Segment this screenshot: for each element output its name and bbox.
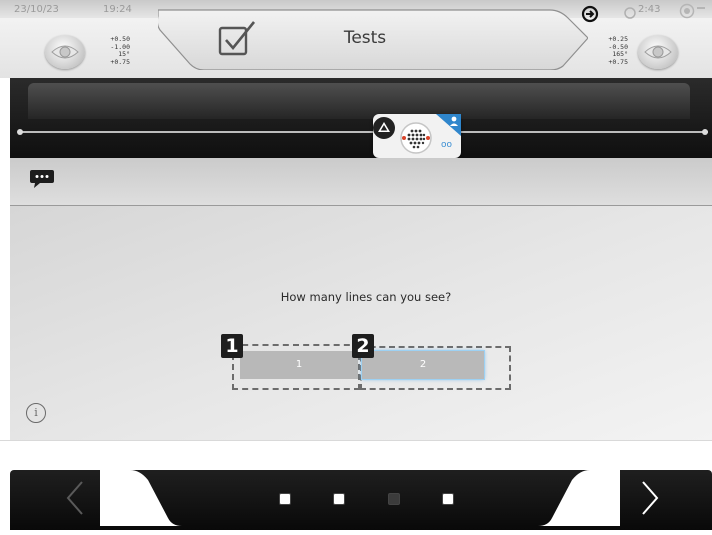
option-2-number-badge: 2 (352, 334, 374, 358)
answer-1-button[interactable]: 1 (240, 351, 358, 379)
chat-bubble-icon[interactable] (29, 169, 55, 189)
page-indicator-1[interactable] (279, 493, 291, 505)
right-eye-icon[interactable] (638, 35, 678, 69)
timeline-start-dot[interactable] (17, 129, 23, 135)
timer-icon (624, 4, 636, 19)
answer-2-button[interactable]: 2 (362, 351, 484, 379)
checkbox-icon (218, 20, 256, 56)
page-indicator-3-active[interactable] (388, 493, 400, 505)
dot-chart-icon (399, 121, 433, 155)
timeline-track (20, 131, 708, 133)
info-icon[interactable]: i (26, 403, 46, 423)
bottom-nav-shape (100, 470, 620, 526)
left-eye-icon[interactable] (45, 35, 85, 69)
warning-icon (373, 117, 395, 139)
status-right-time: 2:43 (638, 4, 661, 15)
right-add: +0.75 (608, 57, 628, 66)
message-bar (10, 158, 712, 206)
left-prescription: +0.50 -1.00 15° +0.75 (100, 35, 130, 66)
record-icon[interactable] (679, 3, 705, 19)
bottom-spacer (0, 440, 712, 471)
test-question: How many lines can you see? (280, 290, 452, 304)
page-indicator-4[interactable] (442, 493, 454, 505)
page-title: Tests (343, 28, 387, 48)
status-time: 19:24 (103, 4, 132, 15)
page-indicator-2[interactable] (333, 493, 345, 505)
timeline-end-dot[interactable] (702, 129, 708, 135)
option-1-number-badge: 1 (221, 334, 243, 358)
chevron-left-icon[interactable] (60, 478, 90, 518)
right-prescription: +0.25 -0.50 165° +0.75 (598, 35, 628, 66)
left-add: +0.75 (110, 57, 130, 66)
status-date: 23/10/23 (14, 4, 59, 15)
binocular-indicator: oo (441, 140, 453, 150)
timeline-panel (28, 83, 690, 119)
patient-icon (436, 114, 461, 136)
chevron-right-icon[interactable] (635, 478, 665, 518)
